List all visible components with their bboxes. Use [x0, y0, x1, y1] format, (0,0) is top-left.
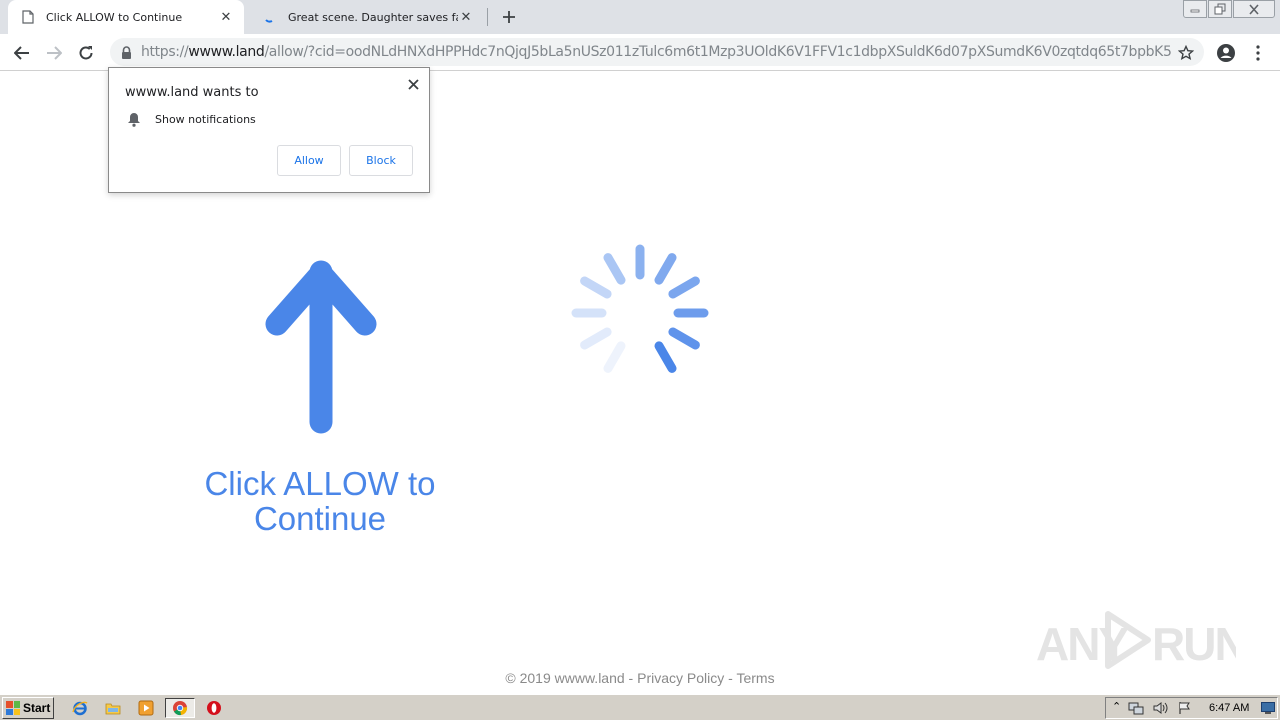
tab-close-icon[interactable]: ✕ — [458, 9, 474, 25]
footer-separator: - — [724, 670, 737, 686]
close-icon — [1249, 3, 1259, 15]
action-center-flag-icon[interactable] — [1178, 701, 1192, 715]
back-arrow-icon — [14, 46, 29, 60]
page-icon — [20, 9, 36, 25]
minimize-button[interactable] — [1183, 0, 1207, 18]
tab-click-allow[interactable]: Click ALLOW to Continue ✕ — [8, 0, 244, 34]
internet-explorer-icon[interactable] — [69, 698, 91, 718]
call-to-action-text: Click ALLOW to Continue — [150, 466, 490, 536]
new-tab-button[interactable] — [498, 6, 520, 28]
terms-link[interactable]: Terms — [736, 670, 774, 686]
tab-strip: Click ALLOW to Continue ✕ Great scene. D… — [0, 0, 1280, 34]
tab-great-scene[interactable]: Great scene. Daughter saves family ✕ — [252, 0, 484, 34]
footer-copyright: © 2019 wwww.land — [505, 670, 625, 686]
media-player-icon[interactable] — [135, 698, 157, 718]
permission-row: Show notifications — [127, 112, 256, 127]
chrome-taskbar-icon[interactable] — [165, 698, 195, 718]
windows-taskbar: Start ⌃ 6:47 AM — [0, 694, 1280, 720]
minimize-icon — [1190, 9, 1200, 13]
page-footer: © 2019 wwww.land - Privacy Policy - Term… — [0, 670, 1280, 686]
popup-close-icon[interactable] — [405, 76, 421, 92]
cta-line-1: Click ALLOW to — [204, 465, 436, 502]
windows-logo-icon — [6, 701, 20, 715]
cta-line-2: Continue — [253, 500, 387, 537]
reload-icon — [79, 46, 93, 60]
url-text[interactable]: https://wwww.land/allow/?cid=oodNLdHNXdH… — [141, 44, 1171, 60]
tab-separator — [487, 8, 488, 26]
system-tray: ⌃ 6:47 AM — [1105, 697, 1278, 719]
browser-toolbar: https://wwww.land/allow/?cid=oodNLdHNXdH… — [0, 34, 1280, 71]
tab-close-icon[interactable]: ✕ — [218, 9, 234, 25]
lock-icon[interactable] — [118, 44, 134, 60]
profile-avatar-icon[interactable] — [1214, 41, 1238, 65]
notification-permission-popup: wwww.land wants to Show notifications Al… — [108, 67, 430, 193]
start-button[interactable]: Start — [2, 697, 54, 719]
bell-icon — [128, 113, 140, 127]
start-label: Start — [23, 701, 51, 715]
loading-icon — [262, 9, 278, 25]
anyrun-watermark-logo: ANY RUN — [1036, 611, 1236, 670]
up-arrow-graphic — [265, 260, 377, 434]
taskbar-clock[interactable]: 6:47 AM — [1209, 702, 1249, 714]
block-button[interactable]: Block — [349, 145, 413, 176]
opera-icon[interactable] — [203, 698, 225, 718]
svg-text:RUN: RUN — [1152, 618, 1236, 670]
plus-icon — [503, 11, 515, 23]
file-explorer-icon[interactable] — [102, 698, 124, 718]
bookmark-star-icon[interactable] — [1176, 43, 1196, 63]
allow-button[interactable]: Allow — [277, 145, 341, 176]
permission-text: Show notifications — [155, 113, 256, 126]
forward-arrow-icon — [47, 46, 62, 60]
restore-button[interactable] — [1208, 0, 1232, 18]
loading-spinner-icon — [571, 244, 709, 382]
volume-icon[interactable] — [1153, 701, 1169, 715]
network-icon[interactable] — [1128, 701, 1144, 715]
tab-title: Click ALLOW to Continue — [46, 10, 183, 24]
reload-button[interactable] — [74, 41, 98, 65]
privacy-policy-link[interactable]: Privacy Policy — [637, 670, 724, 686]
forward-button[interactable] — [42, 41, 66, 65]
restore-icon — [1214, 3, 1226, 15]
show-hidden-icons-icon[interactable]: ⌃ — [1112, 700, 1121, 713]
show-desktop-icon[interactable] — [1261, 702, 1275, 714]
address-bar[interactable]: https://wwww.land/allow/?cid=oodNLdHNXdH… — [110, 38, 1204, 66]
kebab-menu-icon[interactable] — [1248, 41, 1268, 65]
back-button[interactable] — [10, 41, 34, 65]
window-close-button[interactable] — [1233, 0, 1275, 18]
tab-title: Great scene. Daughter saves family — [288, 10, 458, 24]
popup-title: wwww.land wants to — [125, 85, 259, 100]
footer-separator: - — [624, 670, 638, 686]
